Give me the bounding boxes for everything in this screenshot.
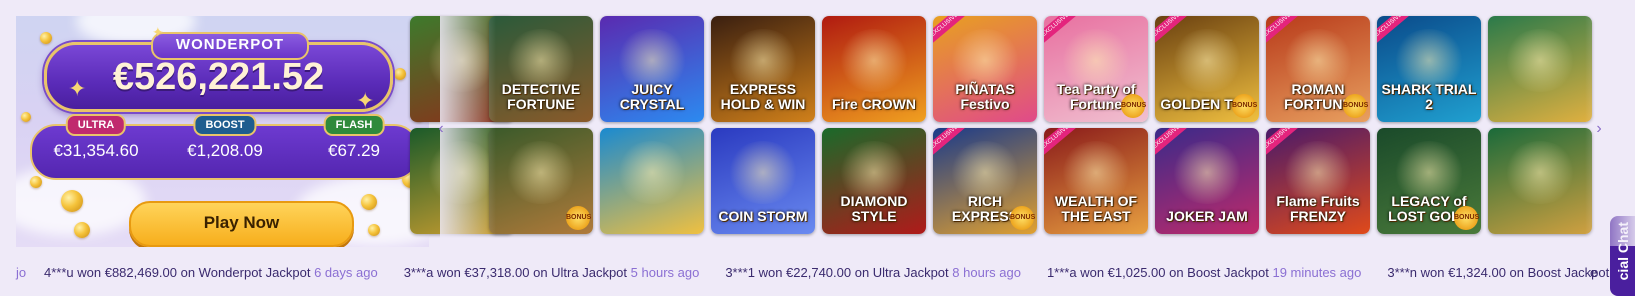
winner-time: 19 minutes ago — [1272, 265, 1362, 280]
game-title: Flame Fruits FRENZY — [1276, 193, 1360, 224]
game-artwork — [837, 28, 911, 93]
winner-entry: 3***n won €1,324.00 on Boost Jackpot 33 … — [1387, 265, 1635, 280]
sparkle-icon: ✦ — [68, 76, 87, 101]
bonus-badge: BONUS — [566, 206, 591, 230]
ticker-edge-text: jo — [16, 265, 27, 280]
game-title: COIN STORM — [718, 208, 808, 224]
bonus-badge: BONUS — [1232, 94, 1257, 118]
winner-text: 1***a won €1,025.00 on Boost Jackpot — [1046, 265, 1269, 280]
play-now-button[interactable]: Play Now — [129, 201, 354, 247]
game-tile[interactable]: LEGACY of LOST GOLD BONUS — [1377, 128, 1481, 234]
winner-text: 3***1 won €22,740.00 on Ultra Jackpot — [725, 265, 949, 280]
jackpot-tiers: ULTRA €31,354.60 BOOST €1,208.09 FLASH €… — [30, 114, 420, 180]
ticker-items: 4***u won €882,469.00 on Wonderpot Jackp… — [44, 258, 1635, 288]
bonus-badge: BONUS — [1010, 206, 1035, 230]
game-tile[interactable]: GOLDEN TILL EXCLUSIVE BONUS — [1155, 16, 1259, 122]
winner-text: 3***a won €37,318.00 on Ultra Jackpot — [403, 265, 628, 280]
coin-decoration — [74, 222, 90, 238]
coin-decoration — [21, 112, 31, 122]
game-title: PIÑATAS Festivo — [955, 81, 1015, 112]
tier-value-boost: €1,208.09 — [187, 141, 263, 160]
coin-decoration — [361, 194, 377, 210]
tier-value-flash: €67.29 — [328, 141, 380, 160]
game-tile[interactable]: RICH EXPRESS EXCLUSIVE BONUS — [933, 128, 1037, 234]
game-tile[interactable]: ROMAN FORTUNE EXCLUSIVE BONUS — [1266, 16, 1370, 122]
winner-time: 6 days ago — [314, 265, 378, 280]
bonus-badge: BONUS — [1343, 94, 1368, 118]
tier-badge-boost: BOOST — [193, 114, 257, 136]
sparkle-icon: ✦ — [152, 24, 164, 40]
game-artwork — [1503, 140, 1577, 205]
game-title: Fire CROWN — [832, 96, 916, 112]
winners-ticker: jo 4***u won €882,469.00 on Wonderpot Ja… — [0, 258, 1635, 288]
social-chat-tab[interactable]: cial Chat — [1610, 216, 1635, 296]
game-artwork — [425, 140, 499, 205]
coin-decoration — [30, 176, 42, 188]
winner-entry: 1***a won €1,025.00 on Boost Jackpot 19 … — [1047, 265, 1361, 280]
game-tile[interactable]: Fire CROWN — [822, 16, 926, 122]
game-artwork — [425, 28, 499, 93]
tier-badge-flash: FLASH — [323, 114, 385, 136]
game-tile[interactable] — [1488, 128, 1592, 234]
game-tile[interactable]: EXPRESS HOLD & WIN — [711, 16, 815, 122]
coin-decoration — [61, 190, 83, 212]
game-title: DIAMOND STYLE — [840, 193, 908, 224]
game-tile[interactable]: COIN STORM — [711, 128, 815, 234]
game-artwork — [1170, 28, 1244, 93]
game-artwork — [615, 140, 689, 205]
game-title: JUICY CRYSTAL — [619, 81, 685, 112]
coin-decoration — [368, 224, 380, 236]
game-tile[interactable] — [1488, 16, 1592, 122]
game-title: SHARK TRIAL 2 — [1381, 81, 1477, 112]
tier-value-ultra: €31,354.60 — [53, 141, 139, 160]
game-title: JOKER JAM — [1166, 208, 1248, 224]
game-tile[interactable]: SHARK TRIAL 2 EXCLUSIVE — [1377, 16, 1481, 122]
social-chat-label: cial Chat — [1615, 222, 1631, 281]
game-tile[interactable]: BONUS — [489, 128, 593, 234]
game-tile[interactable]: JOKER JAM EXCLUSIVE — [1155, 128, 1259, 234]
coin-decoration — [394, 68, 406, 80]
game-title: WEALTH OF THE EAST — [1054, 193, 1138, 224]
ticker-edge-text: e — [1590, 265, 1598, 280]
game-artwork — [726, 140, 800, 205]
game-artwork — [1170, 140, 1244, 205]
game-tile[interactable]: PIÑATAS Festivo EXCLUSIVE — [933, 16, 1037, 122]
winner-entry: 3***a won €37,318.00 on Ultra Jackpot 5 … — [404, 265, 700, 280]
winner-text: 3***n won €1,324.00 on Boost Jackpot — [1387, 265, 1610, 280]
game-tile[interactable] — [600, 128, 704, 234]
game-tile[interactable]: Flame Fruits FRENZY EXCLUSIVE — [1266, 128, 1370, 234]
main-jackpot-value: €526,221.52 — [112, 56, 325, 98]
game-tile[interactable]: DETECTIVE FORTUNE — [489, 16, 593, 122]
winner-text: 4***u won €882,469.00 on Wonderpot Jackp… — [44, 265, 311, 280]
tier-badge-ultra: ULTRA — [65, 114, 127, 136]
winner-entry: 3***1 won €22,740.00 on Ultra Jackpot 8 … — [725, 265, 1021, 280]
winner-entry: 4***u won €882,469.00 on Wonderpot Jackp… — [44, 265, 378, 280]
bonus-badge: BONUS — [1454, 206, 1479, 230]
winner-time: 5 hours ago — [630, 265, 700, 280]
game-tile[interactable]: DIAMOND STYLE — [822, 128, 926, 234]
game-tile[interactable]: WEALTH OF THE EAST EXCLUSIVE — [1044, 128, 1148, 234]
winner-time: 8 hours ago — [952, 265, 1021, 280]
game-tile[interactable]: Tea Party of Fortune EXCLUSIVE BONUS — [1044, 16, 1148, 122]
game-tile[interactable]: JUICY CRYSTAL — [600, 16, 704, 122]
game-title: DETECTIVE FORTUNE — [501, 81, 581, 112]
game-carousel: ‹ › DETECTIVE FORTUNE JUICY CRYSTAL EXPRES… — [410, 16, 1635, 246]
sparkle-icon: ✦ — [356, 88, 375, 113]
jackpot-panel: ✦ ✦ ✦ WONDERPOT €526,221.52 ULTRA €31,35… — [16, 16, 429, 247]
carousel-next-arrow[interactable]: › — [1592, 119, 1606, 139]
carousel-prev-arrow[interactable]: ‹ — [434, 119, 448, 139]
game-title: EXPRESS HOLD & WIN — [720, 81, 806, 112]
coin-decoration — [40, 32, 52, 44]
jackpot-title: WONDERPOT — [151, 32, 309, 60]
bonus-badge: BONUS — [1121, 94, 1146, 118]
game-artwork — [1503, 28, 1577, 93]
game-artwork — [504, 140, 578, 205]
